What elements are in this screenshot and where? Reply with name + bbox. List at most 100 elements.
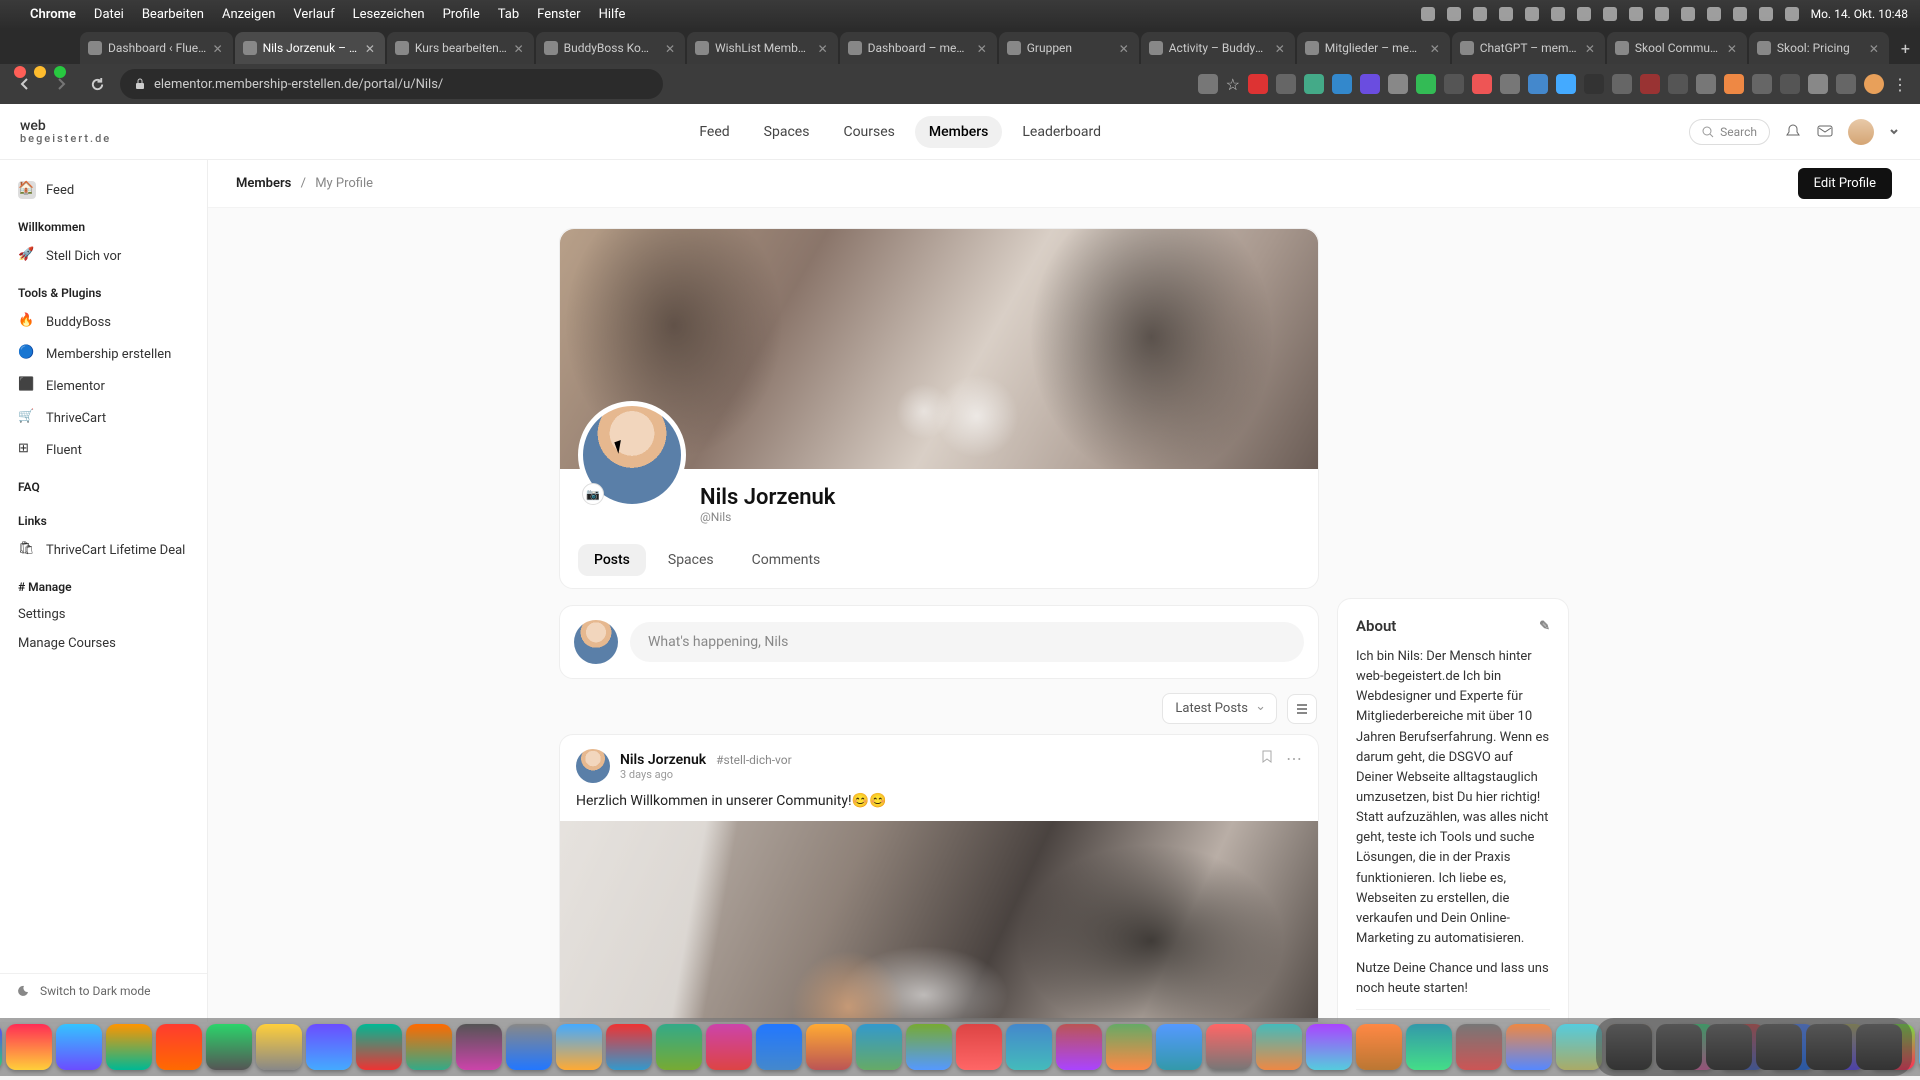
dock-app[interactable]	[1356, 1024, 1402, 1070]
dock-app[interactable]	[1456, 1024, 1502, 1070]
dock-app[interactable]	[1006, 1024, 1052, 1070]
sidebar-item[interactable]: 🔥BuddyBoss	[0, 306, 207, 338]
extension-icon[interactable]	[1444, 74, 1464, 94]
extension-icon[interactable]	[1472, 74, 1492, 94]
dock-app[interactable]	[1556, 1024, 1602, 1070]
extension-icon[interactable]	[1528, 74, 1548, 94]
extension-icon[interactable]	[1388, 74, 1408, 94]
menu-verlauf[interactable]: Verlauf	[293, 7, 334, 22]
extension-icon[interactable]	[1332, 74, 1352, 94]
browser-tab[interactable]: Skool Community✕	[1607, 32, 1747, 64]
browser-tab[interactable]: Dashboard – member✕	[840, 32, 997, 64]
dock-app[interactable]	[256, 1024, 302, 1070]
address-bar[interactable]: elementor.membership-erstellen.de/portal…	[120, 69, 663, 99]
dock-app[interactable]	[656, 1024, 702, 1070]
dock-app[interactable]	[956, 1024, 1002, 1070]
close-tab-icon[interactable]: ✕	[1869, 42, 1881, 54]
dock-app[interactable]	[356, 1024, 402, 1070]
sidebar-item[interactable]: Settings	[0, 600, 207, 629]
sidebar-item[interactable]: ⊞Fluent	[0, 434, 207, 466]
edit-profile-button[interactable]: Edit Profile	[1798, 168, 1892, 199]
chrome-menu-icon[interactable]: ⋮	[1892, 75, 1908, 94]
close-tab-icon[interactable]: ✕	[977, 42, 989, 54]
dock-app[interactable]	[106, 1024, 152, 1070]
status-icon[interactable]	[1577, 7, 1591, 21]
change-avatar-button[interactable]: 📷	[582, 483, 604, 505]
dock-app[interactable]	[506, 1024, 552, 1070]
menu-bearbeiten[interactable]: Bearbeiten	[142, 7, 204, 22]
notifications-icon[interactable]	[1784, 123, 1802, 141]
close-tab-icon[interactable]: ✕	[1119, 42, 1131, 54]
close-tab-icon[interactable]: ✕	[818, 42, 830, 54]
dock-app[interactable]	[806, 1024, 852, 1070]
chevron-down-icon[interactable]	[1888, 126, 1900, 138]
post-space-tag[interactable]: #stell-dich-vor	[716, 753, 792, 767]
dock-app[interactable]	[906, 1024, 952, 1070]
control-center-icon[interactable]	[1785, 7, 1799, 21]
dock-app[interactable]	[1856, 1024, 1902, 1070]
dock-app[interactable]	[1206, 1024, 1252, 1070]
bookmark-icon[interactable]	[1260, 749, 1274, 763]
dock-app[interactable]	[856, 1024, 902, 1070]
menubar-clock[interactable]: Mo. 14. Okt. 10:48	[1811, 7, 1908, 21]
close-tab-icon[interactable]: ✕	[365, 42, 377, 54]
extension-icon[interactable]	[1556, 74, 1576, 94]
close-tab-icon[interactable]: ✕	[213, 42, 225, 54]
battery-icon[interactable]	[1759, 7, 1773, 21]
close-tab-icon[interactable]: ✕	[1430, 42, 1442, 54]
nav-link-leaderboard[interactable]: Leaderboard	[1008, 116, 1115, 148]
post-menu-icon[interactable]: ⋯	[1286, 749, 1302, 768]
new-tab-button[interactable]: +	[1891, 33, 1920, 64]
dock-app[interactable]	[6, 1024, 52, 1070]
wifi-icon[interactable]	[1733, 7, 1747, 21]
browser-tab[interactable]: Dashboard ‹ Fluent C✕	[80, 32, 233, 64]
dock-app[interactable]	[556, 1024, 602, 1070]
dock-app[interactable]	[1156, 1024, 1202, 1070]
extension-icon[interactable]	[1360, 74, 1380, 94]
dock-app[interactable]	[0, 1024, 2, 1070]
close-tab-icon[interactable]: ✕	[1275, 42, 1287, 54]
close-tab-icon[interactable]: ✕	[514, 42, 526, 54]
dock-app[interactable]	[206, 1024, 252, 1070]
dock-app[interactable]	[1056, 1024, 1102, 1070]
close-window-button[interactable]	[14, 66, 26, 78]
menu-profile[interactable]: Profile	[443, 7, 480, 22]
nav-link-members[interactable]: Members	[915, 116, 1002, 148]
profile-tab-spaces[interactable]: Spaces	[652, 544, 730, 576]
extension-icon[interactable]	[1752, 74, 1772, 94]
profile-tab-comments[interactable]: Comments	[736, 544, 837, 576]
extension-icon[interactable]	[1696, 74, 1716, 94]
edit-about-icon[interactable]: ✎	[1539, 619, 1550, 634]
post-composer[interactable]: What's happening, Nils	[559, 605, 1319, 679]
dock-app[interactable]	[706, 1024, 752, 1070]
profile-tab-posts[interactable]: Posts	[578, 544, 646, 576]
menu-fenster[interactable]: Fenster	[537, 7, 580, 22]
dock-app[interactable]	[1506, 1024, 1552, 1070]
status-icon[interactable]	[1473, 7, 1487, 21]
view-toggle-button[interactable]	[1287, 694, 1317, 724]
sidebar-item[interactable]: 🛒ThriveCart	[0, 402, 207, 434]
browser-tab[interactable]: BuddyBoss Kompon✕	[536, 32, 685, 64]
nav-link-feed[interactable]: Feed	[685, 116, 743, 148]
extension-icon[interactable]	[1416, 74, 1436, 94]
sidebar-item[interactable]: 🔵Membership erstellen	[0, 338, 207, 370]
post-author-avatar[interactable]	[576, 749, 610, 783]
dock-app[interactable]	[1256, 1024, 1302, 1070]
sidebar-item[interactable]: 🚀Stell Dich vor	[0, 240, 207, 272]
browser-tab[interactable]: WishList Member | S✕	[687, 32, 838, 64]
status-icon[interactable]	[1655, 7, 1669, 21]
extension-icon[interactable]	[1304, 74, 1324, 94]
extension-icon[interactable]	[1248, 74, 1268, 94]
close-tab-icon[interactable]: ✕	[1585, 42, 1597, 54]
translate-icon[interactable]	[1198, 74, 1218, 94]
sidebar-item[interactable]: Manage Courses	[0, 629, 207, 658]
reload-button[interactable]	[84, 71, 110, 97]
browser-tab[interactable]: Skool: Pricing✕	[1749, 32, 1889, 64]
menu-hilfe[interactable]: Hilfe	[599, 7, 626, 22]
dock-app[interactable]	[56, 1024, 102, 1070]
dock-app[interactable]	[306, 1024, 352, 1070]
status-icon[interactable]	[1681, 7, 1695, 21]
dock-app[interactable]	[456, 1024, 502, 1070]
composer-input[interactable]: What's happening, Nils	[630, 622, 1304, 662]
search-input[interactable]: Search	[1689, 119, 1770, 145]
